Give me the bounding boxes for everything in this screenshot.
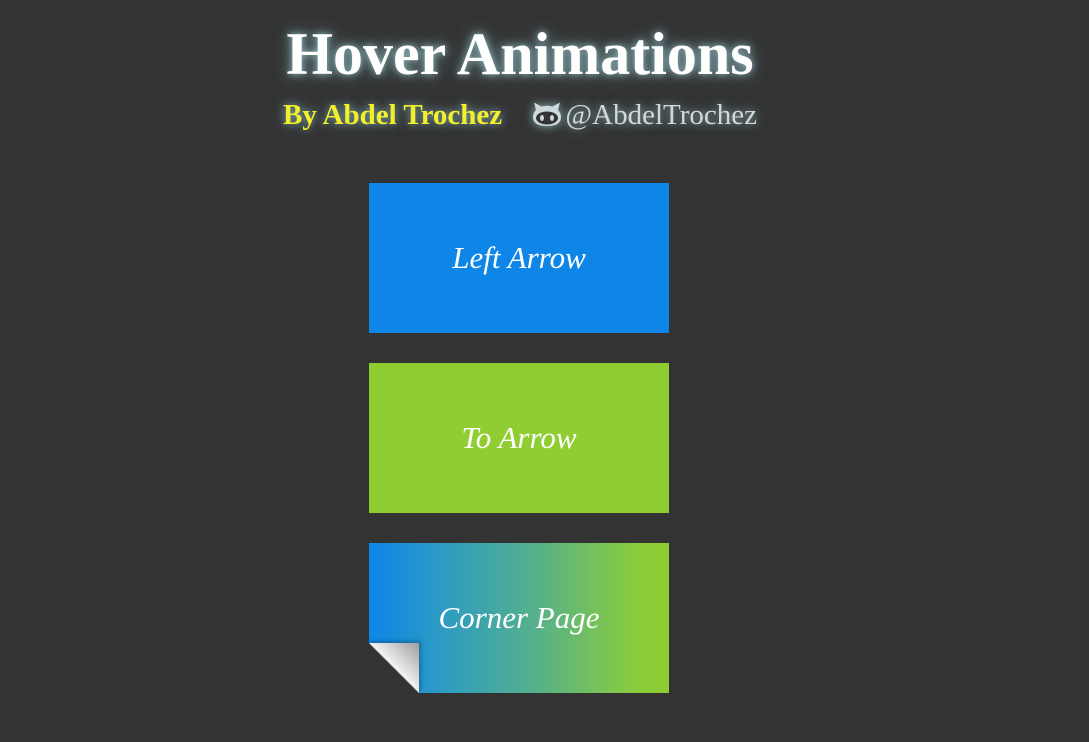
page-curl-corner [369,643,419,693]
corner-page-label: Corner Page [438,600,600,635]
left-arrow-button[interactable]: Left Arrow [369,183,669,333]
github-handle: @AbdelTrochez [565,99,757,131]
author-name: By Abdel Trochez [283,99,503,131]
page-title: Hover Animations [286,21,754,87]
corner-page-button[interactable]: Corner Page [369,543,669,693]
to-arrow-button[interactable]: To Arrow [369,363,669,513]
github-octocat-icon [533,102,562,126]
byline: By Abdel Trochez @AbdelTrochez [0,97,1040,133]
left-arrow-label: Left Arrow [452,240,586,275]
github-link[interactable]: @AbdelTrochez [531,97,757,133]
to-arrow-label: To Arrow [461,420,577,455]
